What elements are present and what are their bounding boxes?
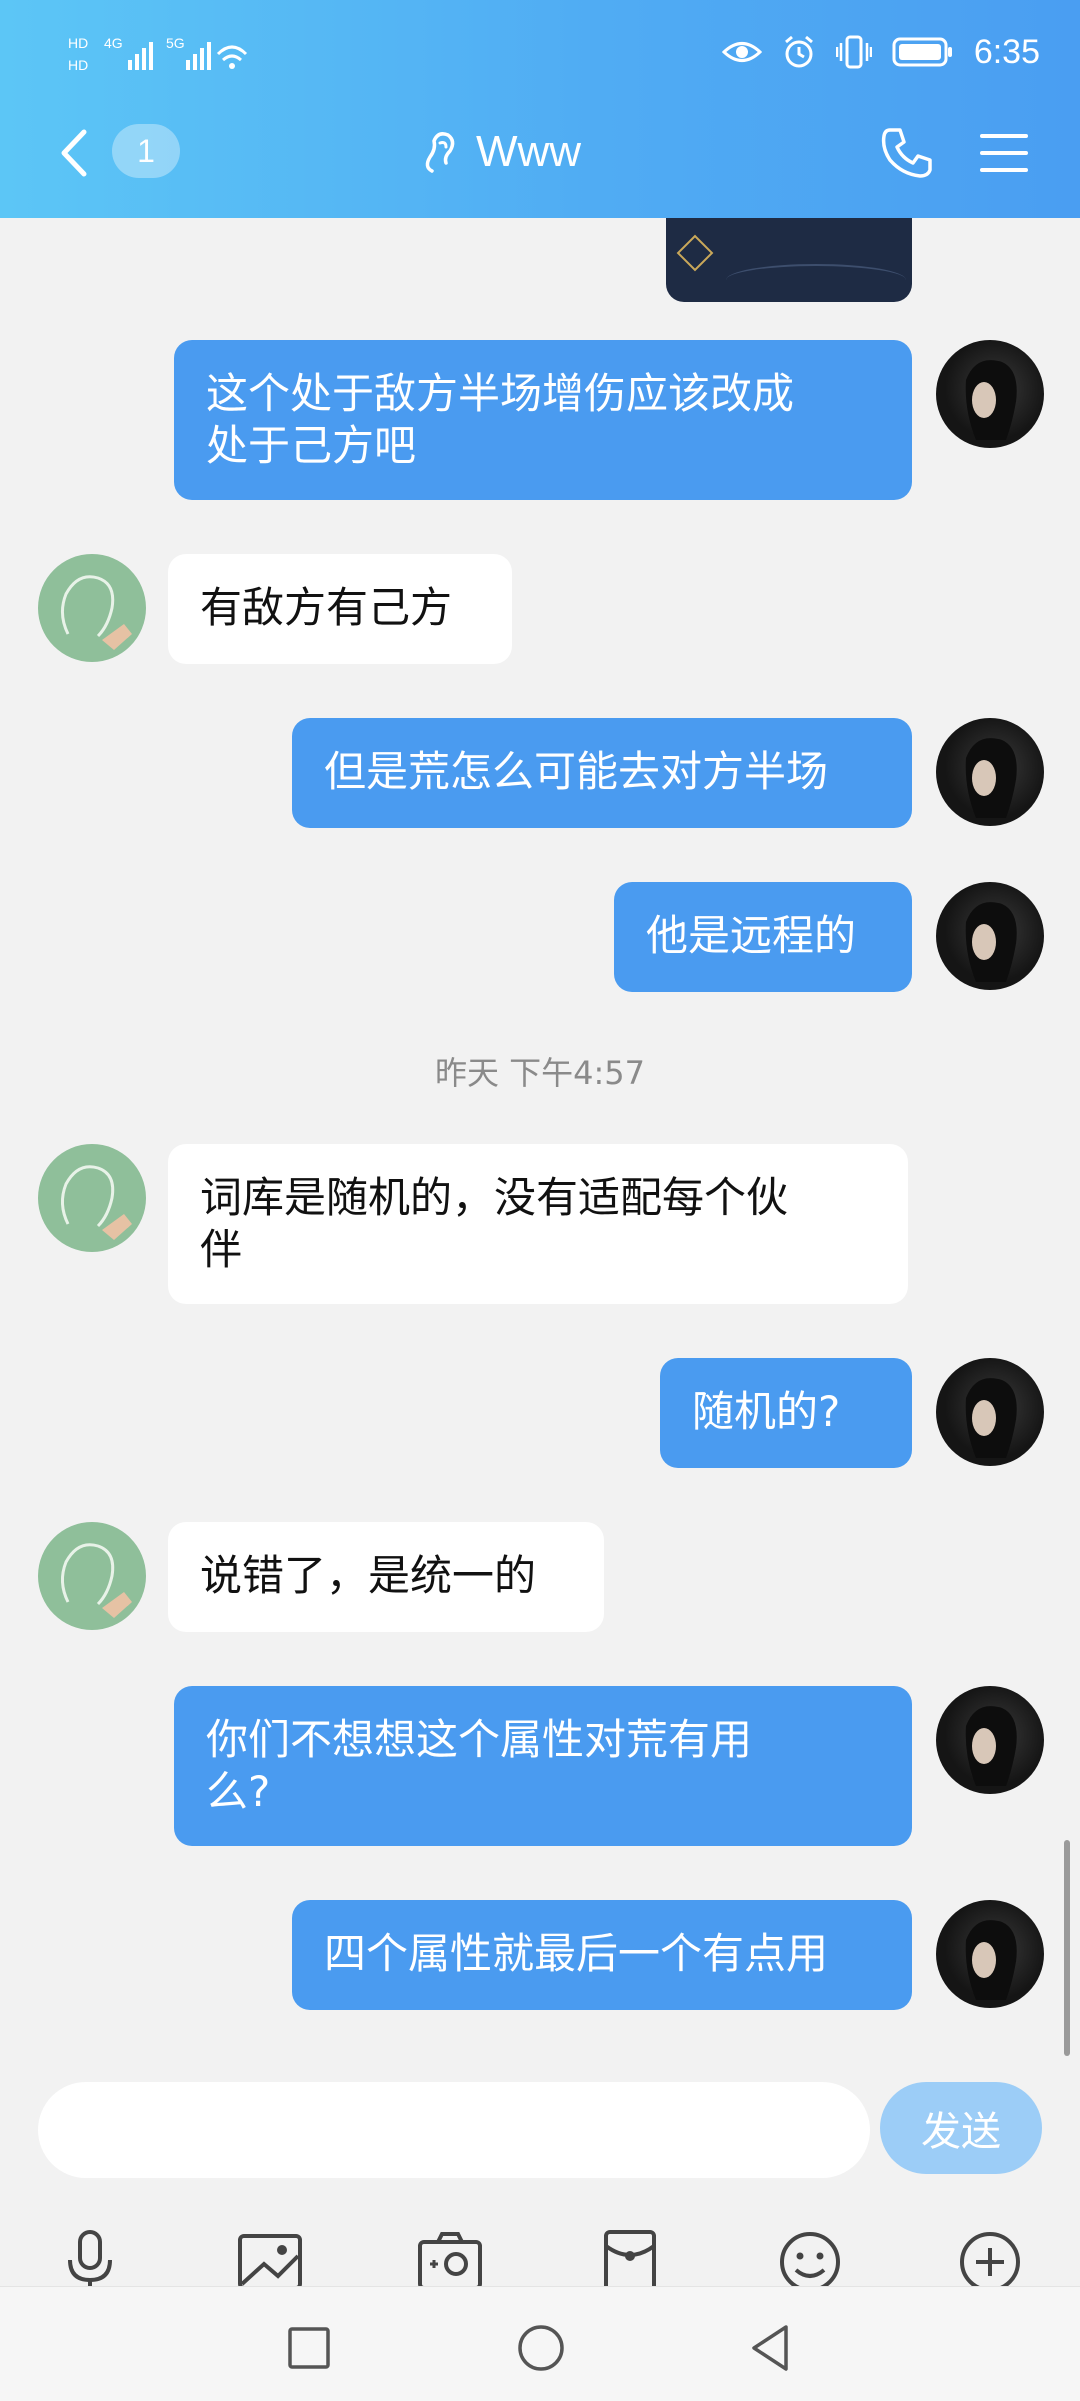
message-text: 你们不想想这个属性对荒有用 么? (206, 1715, 753, 1816)
message-timestamp: 昨天 下午4:57 (434, 1054, 646, 1092)
chat-scrollbar[interactable] (1064, 1840, 1070, 2056)
message-bubble-sent[interactable]: 这个处于敌方半场增伤应该改成 处于己方吧 (174, 340, 912, 500)
signal-icon: HD HD 4G 5G (68, 35, 248, 73)
message-text: 说错了，是统一的 (200, 1551, 537, 1600)
message-bubble-received[interactable]: 词库是随机的，没有适配每个伙 伴 (168, 1144, 908, 1304)
image-message-thumbnail[interactable] (666, 218, 912, 302)
chat-message-list[interactable]: 这个处于敌方半场增伤应该改成 处于己方吧 有敌方有己方 但是荒怎么可能去对方半场… (0, 218, 1080, 2058)
chalk-drawing-icon (61, 1543, 132, 1618)
svg-text:5G: 5G (166, 35, 185, 51)
contact-avatar[interactable] (38, 1522, 146, 1630)
recent-apps-icon[interactable] (282, 2321, 336, 2375)
message-text: 这个处于敌方半场增伤应该改成 处于己方吧 (206, 369, 795, 470)
person-photo-icon (965, 1706, 1017, 1786)
chalk-drawing-icon (61, 575, 132, 650)
my-avatar[interactable] (936, 1900, 1044, 2008)
thumbnail-diamond (676, 234, 714, 272)
message-text: 词库是随机的，没有适配每个伙 伴 (200, 1173, 789, 1274)
person-photo-icon (965, 738, 1017, 818)
my-avatar[interactable] (936, 882, 1044, 990)
thumbnail-waves (726, 264, 906, 296)
my-avatar[interactable] (936, 718, 1044, 826)
my-avatar[interactable] (936, 340, 1044, 448)
person-photo-icon (965, 1920, 1017, 2000)
back-triangle-icon[interactable] (744, 2321, 798, 2375)
message-text: 但是荒怎么可能去对方半场 (324, 747, 829, 796)
person-photo-icon (965, 360, 1017, 440)
message-text: 随机的? (692, 1387, 841, 1436)
unread-badge[interactable]: 1 (112, 124, 180, 178)
send-button[interactable]: 发送 (880, 2082, 1042, 2174)
message-composer: 发送 (0, 2058, 1080, 2294)
contact-avatar[interactable] (38, 1144, 146, 1252)
svg-text:HD: HD (68, 35, 88, 51)
menu-icon[interactable] (978, 130, 1030, 176)
back-arrow-icon[interactable] (54, 128, 94, 178)
message-text: 有敌方有己方 (200, 583, 453, 632)
status-time: 6:35 (973, 32, 1040, 71)
chalk-drawing-icon (61, 1165, 132, 1240)
svg-text:HD: HD (68, 57, 88, 73)
status-bar-right: 6:35 (721, 28, 1040, 76)
my-avatar[interactable] (936, 1358, 1044, 1466)
ear-icon (425, 132, 455, 173)
header-bar: HD HD 4G 5G 6:35 1 Www (0, 0, 1080, 218)
contact-avatar[interactable] (38, 554, 146, 662)
status-bar-left: HD HD 4G 5G (68, 30, 248, 74)
message-bubble-sent[interactable]: 四个属性就最后一个有点用 (292, 1900, 912, 2010)
my-avatar[interactable] (936, 1686, 1044, 1794)
chat-nav-bar: 1 Www (0, 110, 1080, 200)
message-bubble-received[interactable]: 有敌方有己方 (168, 554, 512, 664)
chat-title: Www (476, 127, 582, 176)
person-photo-icon (965, 902, 1017, 982)
person-photo-icon (965, 1378, 1017, 1458)
chat-title-group[interactable]: Www (420, 122, 581, 182)
phone-icon[interactable] (880, 126, 934, 180)
svg-text:4G: 4G (104, 35, 123, 51)
battery-icon (892, 37, 952, 67)
home-icon[interactable] (514, 2321, 568, 2375)
message-bubble-sent[interactable]: 随机的? (660, 1358, 912, 1468)
vibrate-icon (835, 35, 872, 69)
message-bubble-sent[interactable]: 他是远程的 (614, 882, 912, 992)
eye-icon (721, 42, 762, 62)
message-text: 四个属性就最后一个有点用 (324, 1929, 829, 1978)
message-bubble-received[interactable]: 说错了，是统一的 (168, 1522, 604, 1632)
message-bubble-sent[interactable]: 但是荒怎么可能去对方半场 (292, 718, 912, 828)
message-bubble-sent[interactable]: 你们不想想这个属性对荒有用 么? (174, 1686, 912, 1846)
message-input[interactable] (38, 2082, 870, 2178)
alarm-icon (784, 35, 813, 68)
message-text: 他是远程的 (646, 911, 857, 960)
system-navigation-bar (0, 2286, 1080, 2401)
